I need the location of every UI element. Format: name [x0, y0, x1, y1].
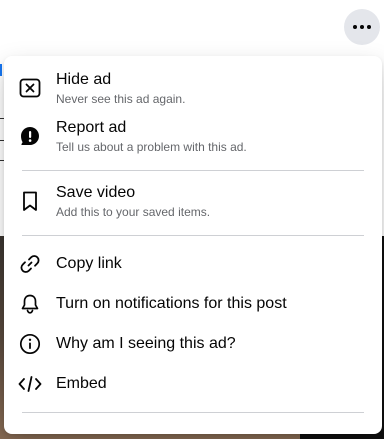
post-options-menu: Hide ad Never see this ad again. Report … — [4, 56, 382, 434]
menu-item-description: Tell us about a problem with this ad. — [56, 140, 247, 154]
menu-item-title: Turn on notifications for this post — [56, 295, 287, 312]
menu-item-embed[interactable]: Embed — [4, 364, 382, 404]
menu-item-copy-link[interactable]: Copy link — [4, 244, 382, 284]
menu-divider — [22, 412, 364, 413]
menu-divider — [22, 235, 364, 236]
menu-item-title: Copy link — [56, 255, 122, 272]
link-icon — [18, 252, 42, 276]
bell-icon — [18, 292, 42, 316]
menu-item-title: Report ad — [56, 119, 127, 136]
menu-item-hide-ad[interactable]: Hide ad Never see this ad again. — [4, 66, 382, 114]
info-icon — [18, 332, 42, 356]
menu-item-title: Why am I seeing this ad? — [56, 335, 236, 352]
menu-item-why-ad[interactable]: Why am I seeing this ad? — [4, 324, 382, 364]
background-link-fragment — [0, 64, 2, 76]
report-icon — [18, 124, 42, 148]
menu-item-description: Add this to your saved items. — [56, 205, 211, 219]
more-options-button[interactable] — [344, 9, 380, 45]
menu-divider — [22, 170, 364, 171]
menu-item-title: Embed — [56, 375, 107, 392]
more-horizontal-icon — [352, 25, 373, 29]
menu-item-save-video[interactable]: Save video Add this to your saved items. — [4, 179, 382, 227]
menu-item-description: Never see this ad again. — [56, 92, 186, 106]
hide-ad-icon — [18, 76, 42, 100]
bookmark-icon — [18, 189, 42, 213]
menu-item-report-ad[interactable]: Report ad Tell us about a problem with t… — [4, 114, 382, 162]
embed-icon — [18, 372, 42, 396]
menu-item-notifications[interactable]: Turn on notifications for this post — [4, 284, 382, 324]
menu-item-title: Save video — [56, 184, 136, 201]
menu-item-title: Hide ad — [56, 71, 112, 88]
